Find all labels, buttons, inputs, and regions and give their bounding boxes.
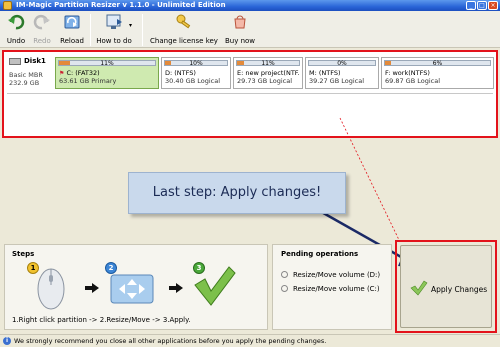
pending-item[interactable]: Resize/Move volume (D:)	[281, 271, 380, 279]
steps-panel: Steps 1 2 3 1.Right click partition -> 2…	[4, 244, 268, 330]
arrow-right-icon	[169, 283, 183, 293]
step-number-3: 3	[193, 262, 205, 274]
checkmark-icon	[410, 280, 428, 296]
status-text: We strongly recommend you close all othe…	[14, 337, 327, 345]
pending-item[interactable]: Resize/Move volume (C:)	[281, 285, 380, 293]
resize-move-icon	[110, 274, 154, 304]
pending-item-label: Resize/Move volume (D:)	[293, 271, 381, 279]
apply-changes-label: Apply Changes	[431, 285, 488, 294]
tip-callout: Last step: Apply changes!	[128, 172, 346, 214]
step-number-1: 1	[27, 262, 39, 274]
resize-icon	[281, 285, 288, 292]
step-number-2: 2	[105, 262, 117, 274]
tip-text: Last step: Apply changes!	[152, 185, 322, 200]
steps-caption: 1.Right click partition -> 2.Resize/Move…	[12, 316, 191, 324]
pending-heading: Pending operations	[281, 250, 359, 258]
pending-operations-panel: Pending operations Resize/Move volume (D…	[272, 244, 392, 330]
apply-changes-button[interactable]: Apply Changes	[400, 245, 492, 328]
pending-item-label: Resize/Move volume (C:)	[293, 285, 380, 293]
steps-heading: Steps	[12, 250, 35, 258]
info-icon: i	[3, 337, 11, 345]
apply-highlight: Apply Changes	[395, 240, 497, 333]
resize-icon	[281, 271, 288, 278]
status-bar: i We strongly recommend you close all ot…	[0, 334, 500, 347]
arrow-right-icon	[85, 283, 99, 293]
